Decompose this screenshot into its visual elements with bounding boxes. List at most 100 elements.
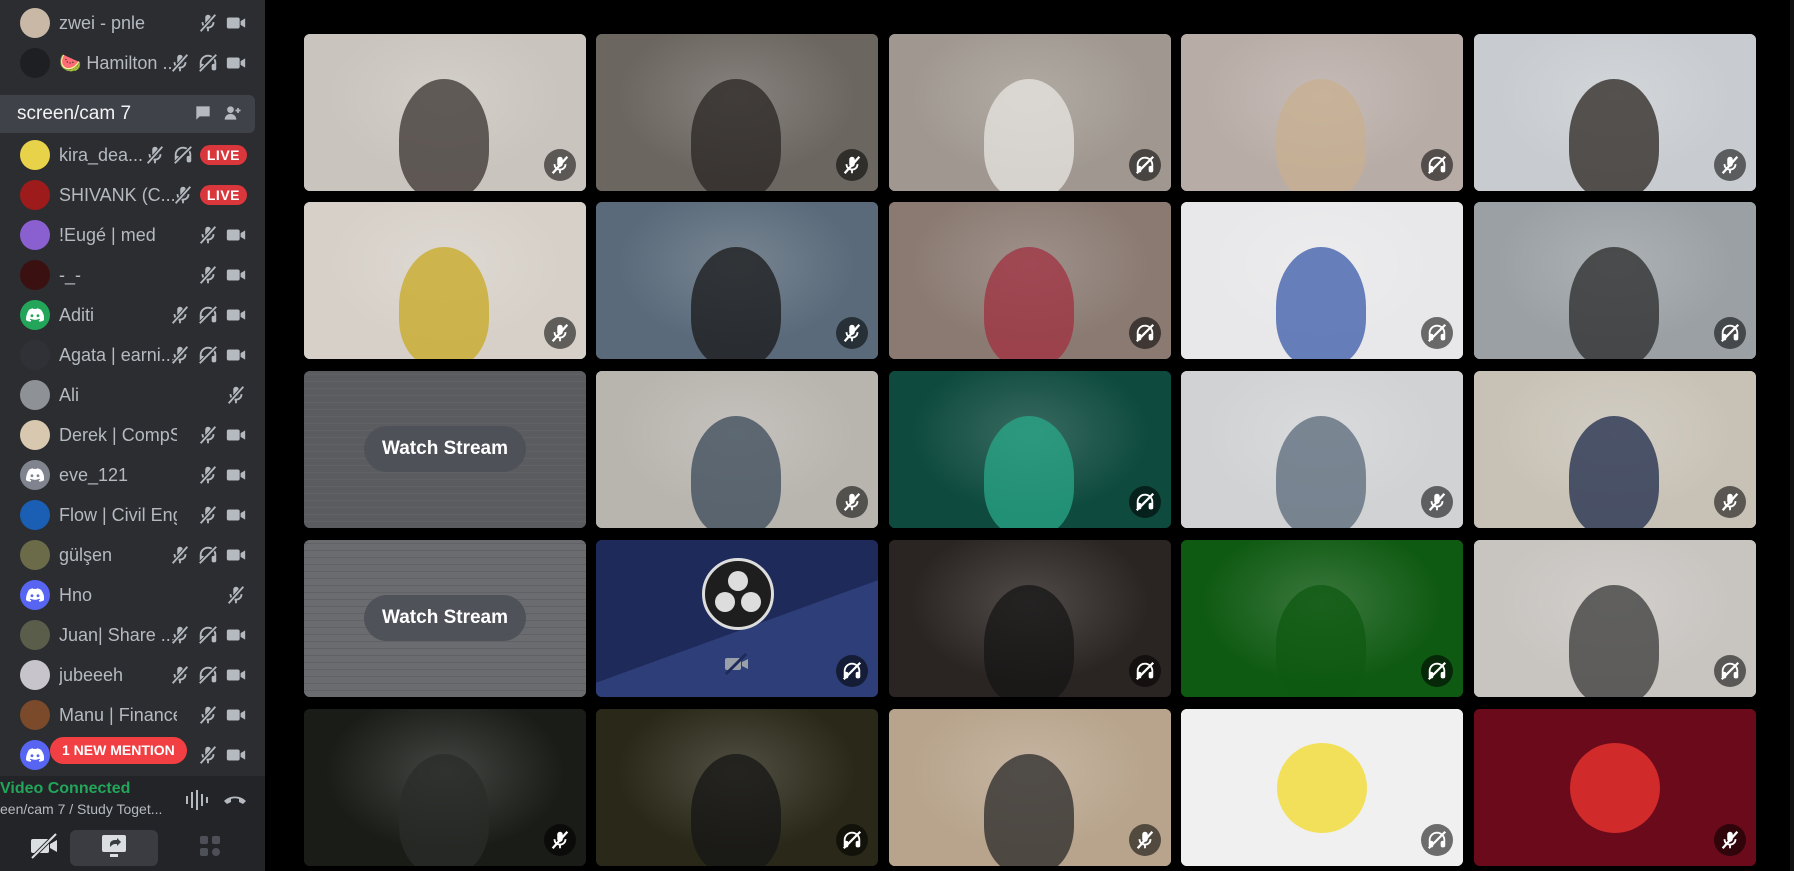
member-name: Ali [59,385,80,405]
mic-muted-icon [544,317,576,349]
deafened-icon [1129,149,1161,181]
video-tile[interactable] [1181,202,1463,359]
video-tile[interactable] [304,34,586,191]
voice-member[interactable]: 🍉 Hamilton ... [0,43,265,83]
video-tile[interactable] [889,709,1171,866]
member-name: Agata | earni... [59,345,176,365]
member-name: Derek | CompSci [59,425,177,445]
stream-tile[interactable]: Watch Stream [304,371,586,528]
deafened-icon [197,344,219,366]
member-name: -_- [59,265,81,285]
voice-member[interactable]: SHIVANK (C... LIVE [0,175,265,215]
deafened-icon [197,52,219,74]
camera-icon [225,224,247,246]
mic-muted-icon [544,149,576,181]
voice-member[interactable]: kira_dea... LIVE [0,135,265,175]
voice-member[interactable]: Aditi [0,295,265,335]
video-tile[interactable] [1474,34,1756,191]
new-mention-pill[interactable]: 1 NEW MENTION [50,737,187,764]
camera-icon [225,624,247,646]
video-tile[interactable] [596,540,878,697]
camera-icon [225,744,247,766]
mic-muted-icon [197,704,219,726]
watch-stream-button[interactable]: Watch Stream [364,426,526,472]
voice-member[interactable]: Ali [0,375,265,415]
activity-rocket-icon [196,832,224,865]
video-tile[interactable] [889,202,1171,359]
avatar [20,180,50,210]
video-tile[interactable] [1474,202,1756,359]
video-tile[interactable] [596,202,878,359]
avatar [20,500,50,530]
live-badge: LIVE [199,145,247,165]
video-tile[interactable] [1181,709,1463,866]
discord-app: screen/cam 7 zwei - pnle 🍉 Hamilton ... ki… [0,0,1794,871]
voice-member[interactable]: Derek | CompSci [0,415,265,455]
video-tile[interactable] [596,34,878,191]
avatar [20,260,50,290]
voice-channel-path[interactable]: een/cam 7 / Study Toget... [0,801,162,817]
participant-silhouette [691,754,781,866]
member-name: Hno [59,585,93,605]
voice-member[interactable]: gülşen [0,535,265,575]
voice-channel-screen-cam-7[interactable]: screen/cam 7 [0,95,255,133]
participant-silhouette [399,79,489,191]
avatar [20,460,50,490]
user-avatar-image [1570,743,1660,833]
deafened-icon [197,664,219,686]
voice-member[interactable]: jubeeeh [0,655,265,695]
grid-scrollbar[interactable] [1790,0,1794,871]
deafened-icon [172,144,194,166]
video-tile[interactable] [1181,540,1463,697]
video-tile[interactable] [1474,371,1756,528]
voice-action-bar [0,826,265,871]
voice-member[interactable]: !Eugé | med [0,215,265,255]
camera-icon [225,52,247,74]
invite-member-icon[interactable] [223,103,245,125]
video-tile[interactable] [1474,709,1756,866]
voice-member[interactable]: Flow | Civil Eng [0,495,265,535]
video-tile[interactable] [1474,540,1756,697]
voice-member[interactable]: Hno [0,575,265,615]
mic-muted-icon [169,544,191,566]
video-tile[interactable] [304,202,586,359]
video-tile[interactable] [596,371,878,528]
member-name: gülşen [59,545,113,565]
mic-muted-icon [197,504,219,526]
video-tile[interactable] [889,34,1171,191]
voice-member[interactable]: -_- [0,255,265,295]
video-tile[interactable] [889,371,1171,528]
video-tile[interactable] [304,709,586,866]
voice-member[interactable]: Agata | earni... [0,335,265,375]
voice-member[interactable]: eve_121 [0,455,265,495]
camera-icon [225,304,247,326]
participant-silhouette [1569,79,1659,191]
mic-muted-icon [1129,824,1161,856]
camera-icon [225,544,247,566]
participant-silhouette [984,585,1074,697]
member-name: zwei - pnle [59,13,146,33]
voice-member[interactable]: Juan| Share ... [0,615,265,655]
voice-member[interactable]: zwei - pnle [0,3,265,43]
share-screen-button[interactable] [70,830,158,866]
mic-muted-icon [197,224,219,246]
video-tile[interactable] [1181,34,1463,191]
avatar [20,420,50,450]
watch-stream-button[interactable]: Watch Stream [364,595,526,641]
member-name: !Eugé | med [59,225,156,245]
video-tile[interactable] [1181,371,1463,528]
mic-muted-icon [169,664,191,686]
voice-member[interactable]: Manu | Finance [0,695,265,735]
participant-silhouette [1276,585,1366,697]
camera-icon [225,504,247,526]
stream-tile[interactable]: Watch Stream [304,540,586,697]
chat-bubble-icon[interactable] [193,103,215,125]
disconnect-icon[interactable] [222,788,248,817]
participant-silhouette [1569,416,1659,528]
video-tile[interactable] [596,709,878,866]
video-tile[interactable] [889,540,1171,697]
activities-button[interactable] [166,830,254,866]
avatar [20,700,50,730]
noise-suppression-icon[interactable] [184,788,210,817]
camera-icon [225,464,247,486]
